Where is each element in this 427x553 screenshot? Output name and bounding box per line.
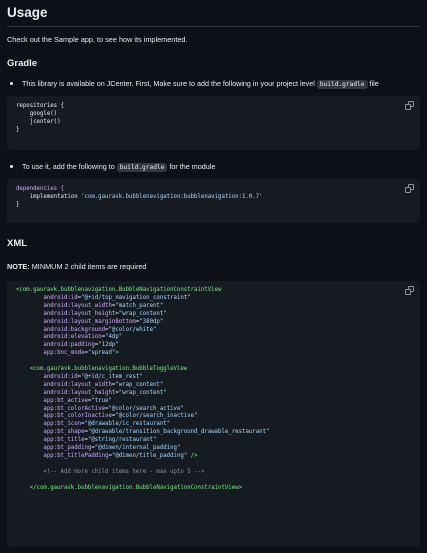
gradle-bullet-1: This library is available on JCenter. Fi… <box>10 79 379 89</box>
inline-code-build-gradle: build.gradle <box>316 80 368 89</box>
code-line: repositories { <box>16 103 64 109</box>
xml-attribute: android:layout_marginBottom="380dp" <box>43 318 164 325</box>
xml-attribute: app:bt_active="true" <box>43 397 112 404</box>
gradle-bullet-2: To use it, add the following to build.gr… <box>10 162 216 172</box>
heading-divider <box>7 26 420 27</box>
xml-attribute: app:bt_padding="@dimen/internal_padding" <box>43 445 181 452</box>
usage-intro: Check out the Sample app, to see how its… <box>7 35 188 44</box>
note-text: MINMUM 2 child items are required <box>29 262 147 271</box>
xml-close-outer: </com.gauravk.bubblenavigation.BubbleNav… <box>29 484 243 491</box>
xml-attribute: app:bt_title="@string/restaurant" <box>43 437 157 444</box>
bullet-2-text-after: for the module <box>169 162 216 171</box>
copy-icon[interactable] <box>405 184 414 193</box>
xml-attribute: android:id="@+id/top_navigation_constrai… <box>43 294 191 301</box>
xml-attribute: android:id="@+id/c_item_rest" <box>43 373 143 380</box>
xml-attribute: app:bt_icon="@drawable/ic_restaurant" <box>43 421 171 428</box>
xml-comment: <!-- Add more child items here - max upt… <box>43 468 205 475</box>
xml-code-block: <com.gauravk.bubblenavigation.BubbleNavi… <box>7 281 420 547</box>
xml-attribute: app:bnc_mode="spread"> <box>43 350 119 357</box>
bullet-1-text-before: This library is available on JCenter. Fi… <box>22 79 315 88</box>
bullet-dot <box>10 164 13 168</box>
inline-code-build-gradle: build.gradle <box>116 163 168 172</box>
copy-icon[interactable] <box>405 101 414 110</box>
xml-attribute: android:layout_width="wrap_content" <box>43 381 164 388</box>
xml-attribute: android:layout_width="match_parent" <box>43 302 164 309</box>
repositories-code-block: repositories { google() jcenter() } <box>7 96 420 150</box>
xml-attribute: android:layout_height="wrap_content" <box>43 389 167 396</box>
xml-attribute: android:padding="12dp" <box>43 342 119 349</box>
bullet-dot <box>10 81 13 85</box>
usage-heading: Usage <box>7 5 48 20</box>
gradle-heading: Gradle <box>7 58 38 69</box>
xml-attribute: android:layout_height="wrap_content" <box>43 310 167 317</box>
code-line: google() <box>16 110 58 117</box>
xml-attribute: app:bt_titlePadding="@dimen/title_paddin… <box>43 453 198 460</box>
xml-note: NOTE: MINMUM 2 child items are required <box>7 262 147 271</box>
xml-attribute: app:bt_shape="@drawable/transition_backg… <box>43 429 270 436</box>
note-label: NOTE: <box>7 262 30 271</box>
readme-page: Usage Check out the Sample app, to see h… <box>0 0 427 553</box>
xml-open-inner: <com.gauravk.bubblenavigation.BubbleTogg… <box>29 366 188 373</box>
dependencies-code-block: dependencies { implementation 'com.gaura… <box>7 179 420 223</box>
code-string: 'com.gauravk.bubblenavigation:bubblenavi… <box>81 193 263 200</box>
bullet-1-text-after: file <box>369 79 379 88</box>
code-line: dependencies { <box>16 186 64 192</box>
copy-icon[interactable] <box>405 286 414 295</box>
xml-attribute: app:bt_colorInactive="@color/search_inac… <box>43 413 198 420</box>
code-line: } <box>16 201 20 208</box>
code-line: jcenter() <box>16 118 61 125</box>
code-text: implementation <box>16 193 82 200</box>
xml-open-outer: <com.gauravk.bubblenavigation.BubbleNavi… <box>16 287 222 293</box>
xml-attribute: android:background="@color/white" <box>43 326 157 333</box>
xml-heading: XML <box>7 238 28 249</box>
xml-attribute: app:bt_colorActive="@color/search_active… <box>43 405 184 412</box>
xml-attribute: android:elevation="4dp" <box>43 334 123 341</box>
xml-code-lines: <com.gauravk.bubblenavigation.BubbleNavi… <box>16 287 411 493</box>
code-line: } <box>16 126 20 133</box>
bullet-2-text-before: To use it, add the following to <box>22 162 115 171</box>
